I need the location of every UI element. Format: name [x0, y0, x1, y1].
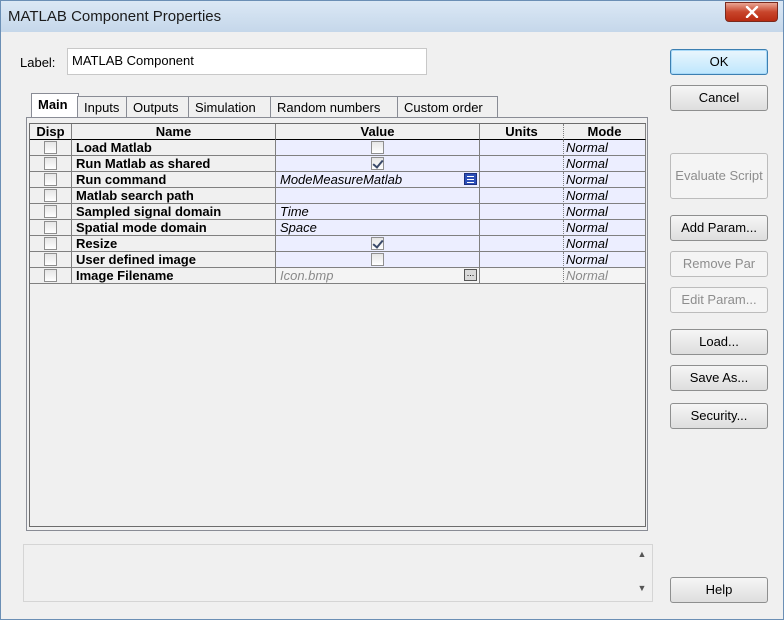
table-row[interactable]: Spatial mode domain Space Normal: [30, 220, 646, 236]
table-row[interactable]: Load Matlab Normal: [30, 140, 646, 156]
param-name: Run Matlab as shared: [72, 156, 276, 172]
param-name: Run command: [72, 172, 276, 188]
disp-checkbox[interactable]: [44, 157, 57, 170]
param-value[interactable]: Icon.bmp ...: [276, 268, 480, 284]
edit-param-button[interactable]: Edit Param...: [670, 287, 768, 313]
param-name: Sampled signal domain: [72, 204, 276, 220]
label-input[interactable]: MATLAB Component: [67, 48, 427, 75]
param-mode[interactable]: Normal: [564, 204, 646, 220]
param-mode[interactable]: Normal: [564, 236, 646, 252]
header-name[interactable]: Name: [72, 124, 276, 140]
param-value[interactable]: [276, 252, 480, 268]
add-param-button[interactable]: Add Param...: [670, 215, 768, 241]
param-value[interactable]: Time: [276, 204, 480, 220]
param-name: Matlab search path: [72, 188, 276, 204]
param-value[interactable]: [276, 188, 480, 204]
table-row[interactable]: Resize Normal: [30, 236, 646, 252]
param-units[interactable]: [480, 172, 564, 188]
param-mode[interactable]: Normal: [564, 220, 646, 236]
param-name: Load Matlab: [72, 140, 276, 156]
param-units[interactable]: [480, 220, 564, 236]
value-checkbox[interactable]: [371, 253, 384, 266]
help-button[interactable]: Help: [670, 577, 768, 603]
param-name: Resize: [72, 236, 276, 252]
disp-checkbox[interactable]: [44, 221, 57, 234]
cancel-button[interactable]: Cancel: [670, 85, 768, 111]
param-units[interactable]: [480, 252, 564, 268]
ok-button[interactable]: OK: [670, 49, 768, 75]
remove-par-button[interactable]: Remove Par: [670, 251, 768, 277]
table-row[interactable]: User defined image Normal: [30, 252, 646, 268]
close-button[interactable]: [725, 2, 778, 22]
tab-random-numbers[interactable]: Random numbers: [270, 96, 398, 118]
browse-button[interactable]: ...: [464, 269, 477, 281]
header-mode[interactable]: Mode: [564, 124, 646, 140]
header-disp[interactable]: Disp: [30, 124, 72, 140]
security-button[interactable]: Security...: [670, 403, 768, 429]
value-checkbox[interactable]: [371, 157, 384, 170]
table-row[interactable]: Image Filename Icon.bmp ... Normal: [30, 268, 646, 284]
disp-checkbox[interactable]: [44, 189, 57, 202]
param-units[interactable]: [480, 268, 564, 284]
disp-checkbox[interactable]: [44, 253, 57, 266]
param-value[interactable]: Space: [276, 220, 480, 236]
param-value-text: ModeMeasureMatlab: [280, 172, 403, 187]
param-value[interactable]: [276, 156, 480, 172]
disp-checkbox[interactable]: [44, 173, 57, 186]
param-value[interactable]: [276, 140, 480, 156]
param-units[interactable]: [480, 236, 564, 252]
param-mode[interactable]: Normal: [564, 268, 646, 284]
parameter-grid: Disp Name Value Units Mode Load Matlab N…: [29, 123, 646, 527]
param-name: Spatial mode domain: [72, 220, 276, 236]
save-as-button[interactable]: Save As...: [670, 365, 768, 391]
label-caption: Label:: [20, 55, 56, 70]
tab-custom-order[interactable]: Custom order: [397, 96, 498, 118]
param-mode[interactable]: Normal: [564, 188, 646, 204]
tab-outputs[interactable]: Outputs: [126, 96, 189, 118]
scroll-up-icon[interactable]: ▲: [635, 549, 649, 563]
param-units[interactable]: [480, 140, 564, 156]
header-value[interactable]: Value: [276, 124, 480, 140]
table-row[interactable]: Sampled signal domain Time Normal: [30, 204, 646, 220]
load-button[interactable]: Load...: [670, 329, 768, 355]
param-value[interactable]: ModeMeasureMatlab: [276, 172, 480, 188]
param-value[interactable]: [276, 236, 480, 252]
header-units[interactable]: Units: [480, 124, 564, 140]
param-name: Image Filename: [72, 268, 276, 284]
title-bar[interactable]: MATLAB Component Properties: [1, 1, 783, 32]
table-row[interactable]: Run command ModeMeasureMatlab Normal: [30, 172, 646, 188]
tab-panel: Disp Name Value Units Mode Load Matlab N…: [26, 117, 648, 531]
param-units[interactable]: [480, 188, 564, 204]
table-row[interactable]: Run Matlab as shared Normal: [30, 156, 646, 172]
disp-checkbox[interactable]: [44, 141, 57, 154]
list-icon[interactable]: [464, 173, 477, 185]
table-row[interactable]: Matlab search path Normal: [30, 188, 646, 204]
tab-inputs[interactable]: Inputs: [77, 96, 127, 118]
evaluate-script-button[interactable]: Evaluate Script: [670, 153, 768, 199]
disp-checkbox[interactable]: [44, 205, 57, 218]
param-mode[interactable]: Normal: [564, 156, 646, 172]
disp-checkbox[interactable]: [44, 237, 57, 250]
disp-checkbox[interactable]: [44, 269, 57, 282]
grid-header: Disp Name Value Units Mode: [30, 124, 646, 140]
dialog-window: MATLAB Component Properties Label: MATLA…: [0, 0, 784, 620]
tab-simulation[interactable]: Simulation: [188, 96, 271, 118]
scroll-down-icon[interactable]: ▼: [635, 583, 649, 597]
tab-main[interactable]: Main: [31, 93, 79, 119]
window-title: MATLAB Component Properties: [8, 8, 222, 25]
param-units[interactable]: [480, 156, 564, 172]
description-box: ▲ ▼: [23, 544, 653, 602]
param-mode[interactable]: Normal: [564, 140, 646, 156]
param-mode[interactable]: Normal: [564, 172, 646, 188]
param-units[interactable]: [480, 204, 564, 220]
param-name: User defined image: [72, 252, 276, 268]
value-checkbox[interactable]: [371, 237, 384, 250]
param-value-text: Icon.bmp: [280, 268, 334, 283]
value-checkbox[interactable]: [371, 141, 384, 154]
param-mode[interactable]: Normal: [564, 252, 646, 268]
